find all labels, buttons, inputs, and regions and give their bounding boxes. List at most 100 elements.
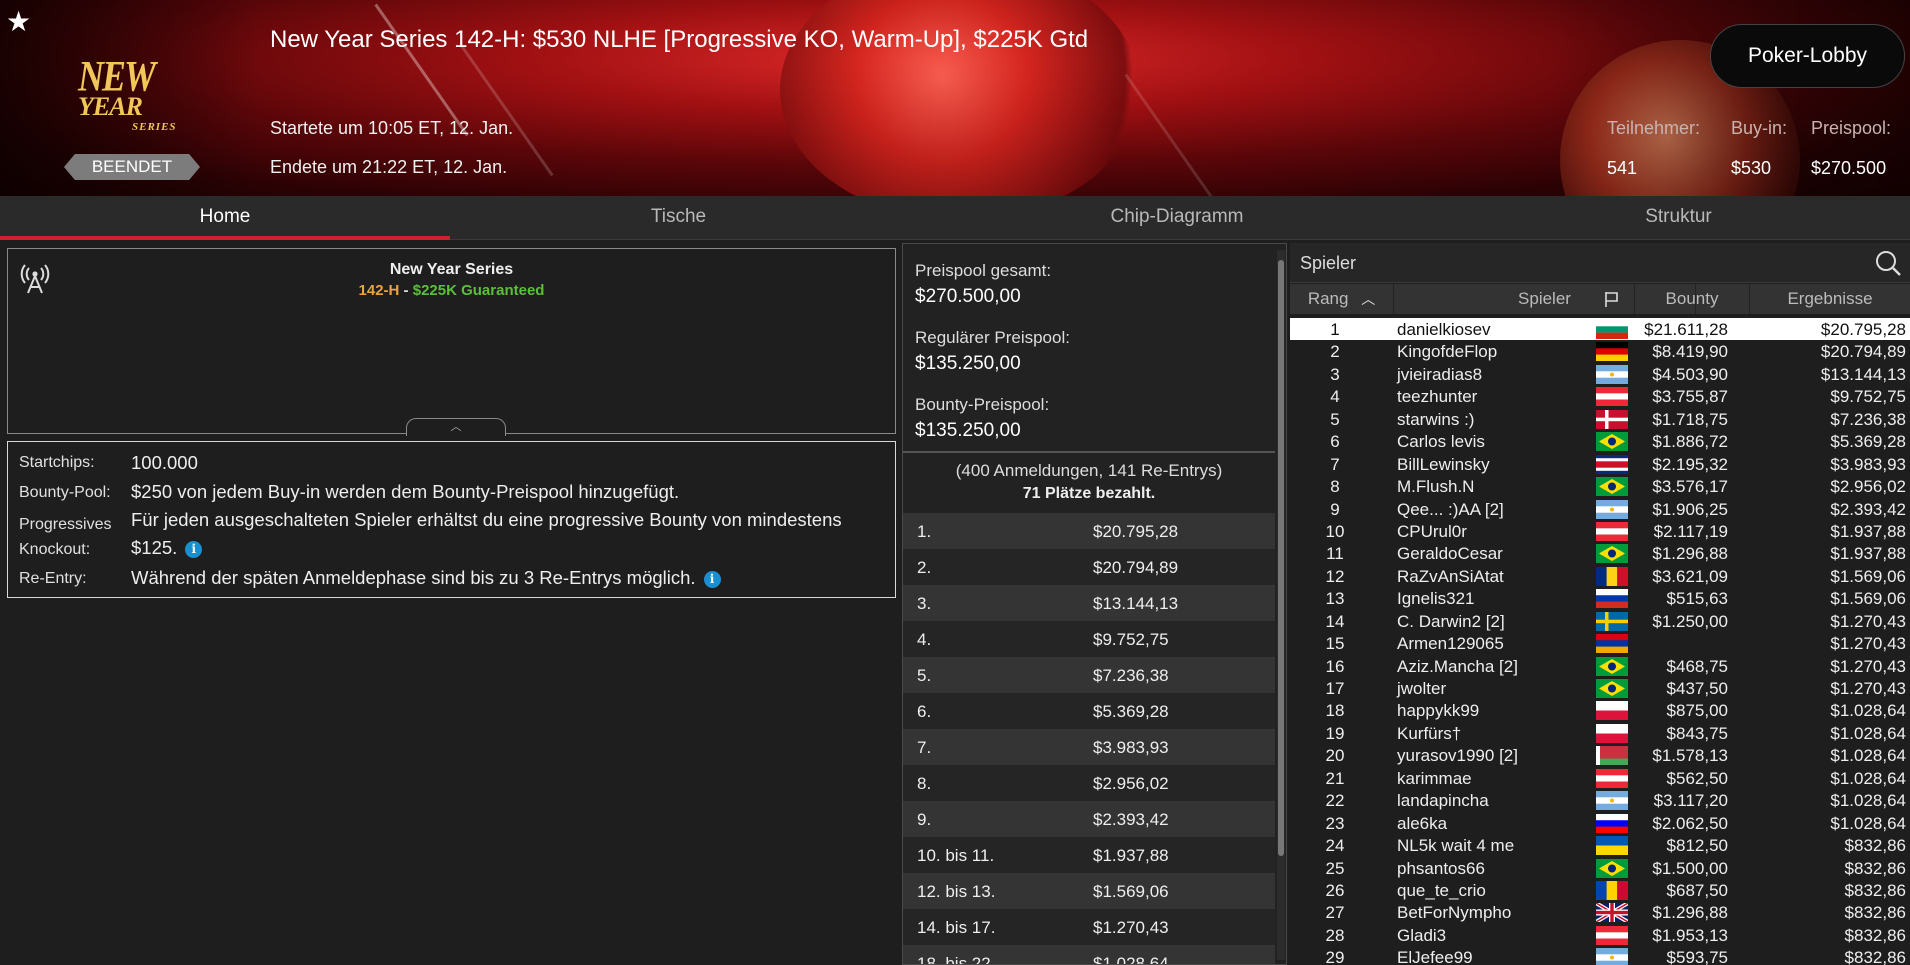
- player-row[interactable]: 22 landapincha $3.117,20 $1.028,64: [1290, 789, 1910, 811]
- payout-place: 5.: [917, 666, 932, 685]
- player-row[interactable]: 24 NL5k wait 4 me $812,50 $832,86: [1290, 834, 1910, 856]
- player-name: karimmae: [1397, 768, 1472, 788]
- column-bounty[interactable]: Bounty: [1635, 284, 1750, 314]
- player-result: $1.937,88: [1830, 544, 1906, 564]
- flag-icon[interactable]: [1590, 284, 1635, 314]
- player-bounty: $687,50: [1666, 880, 1728, 900]
- player-row[interactable]: 8 M.Flush.N $3.576,17 $2.956,02: [1290, 475, 1910, 497]
- header-light-streak: [374, 3, 469, 137]
- country-flag-icon: [1596, 521, 1628, 541]
- payout-place: 18. bis 22.: [917, 954, 996, 965]
- participants-value: 541: [1607, 158, 1638, 178]
- country-flag-icon: [1596, 836, 1628, 856]
- player-row[interactable]: 20 yurasov1990 [2] $1.578,13 $1.028,64: [1290, 744, 1910, 766]
- player-row[interactable]: 15 Armen129065 $1.270,43: [1290, 632, 1910, 654]
- player-name: GeraldoCesar: [1397, 544, 1503, 564]
- player-row[interactable]: 9 Qee... :)AA [2] $1.906,25 $2.393,42: [1290, 498, 1910, 520]
- info-icon[interactable]: i: [703, 571, 721, 588]
- payout-scrollbar-thumb[interactable]: [1278, 260, 1284, 856]
- player-rank: 27: [1325, 903, 1345, 923]
- payout-place: 12. bis 13.: [917, 882, 996, 901]
- player-rank: 1: [1330, 320, 1340, 339]
- player-rank: 12: [1325, 566, 1345, 586]
- player-bounty: $2.117,19: [1653, 521, 1728, 541]
- payout-place: 2.: [917, 558, 932, 577]
- player-result: $1.028,64: [1830, 723, 1906, 743]
- player-row[interactable]: 23 ale6ka $2.062,50 $1.028,64: [1290, 812, 1910, 834]
- poker-lobby-button[interactable]: Poker-Lobby: [1710, 24, 1905, 88]
- player-rank: 16: [1325, 656, 1345, 676]
- player-result: $9.752,75: [1830, 387, 1906, 407]
- player-row[interactable]: 7 BillLewinsky $2.195,32 $3.983,93: [1290, 453, 1910, 475]
- tab-struktur[interactable]: Struktur: [1447, 196, 1910, 240]
- tab-chip-diagramm[interactable]: Chip-Diagramm: [907, 196, 1447, 240]
- payout-place: 1.: [917, 522, 932, 541]
- player-row[interactable]: 6 Carlos levis $1.886,72 $5.369,28: [1290, 430, 1910, 452]
- player-rank: 20: [1325, 746, 1345, 766]
- payout-amount: $20.795,28: [1093, 522, 1179, 541]
- info-icon[interactable]: i: [185, 541, 203, 558]
- player-rank: 8: [1330, 477, 1340, 497]
- player-row[interactable]: 5 starwins :) $1.718,75 $7.236,38: [1290, 408, 1910, 430]
- player-row[interactable]: 26 que_te_crio $687,50 $832,86: [1290, 879, 1910, 901]
- player-row[interactable]: 11 GeraldoCesar $1.296,88 $1.937,88: [1290, 542, 1910, 564]
- player-row[interactable]: 2 KingofdeFlop $8.419,90 $20.794,89: [1290, 340, 1910, 362]
- player-result: $2.393,42: [1830, 499, 1906, 519]
- collapse-toggle-button[interactable]: ︿: [406, 418, 506, 436]
- player-row[interactable]: 27 BetForNympho $1.296,88 $832,86: [1290, 901, 1910, 925]
- player-row[interactable]: 16 Aziz.Mancha [2] $468,75 $1.270,43: [1290, 655, 1910, 677]
- star-icon[interactable]: ★: [6, 8, 31, 36]
- player-row[interactable]: 29 ElJefee99 $593,75 $832,86: [1290, 946, 1910, 965]
- tab-home[interactable]: Home: [0, 196, 450, 240]
- player-bounty: $1.718,75: [1652, 409, 1728, 429]
- player-name: ale6ka: [1397, 813, 1448, 833]
- player-row[interactable]: 17 jwolter $437,50 $1.270,43: [1290, 677, 1910, 699]
- player-rank: 29: [1325, 948, 1345, 965]
- player-bounty: $1.578,13: [1652, 746, 1728, 766]
- player-row[interactable]: 13 Ignelis321 $515,63 $1.569,06: [1290, 587, 1910, 609]
- player-bounty: $875,00: [1666, 701, 1728, 721]
- player-row[interactable]: 25 phsantos66 $1.500,00 $832,86: [1290, 857, 1910, 879]
- participants-label: Teilnehmer:: [1607, 118, 1701, 138]
- player-row[interactable]: 12 RaZvAnSiAtat $3.621,09 $1.569,06: [1290, 565, 1910, 587]
- player-name: NL5k wait 4 me: [1397, 836, 1515, 856]
- player-rank: 23: [1325, 813, 1345, 833]
- player-row[interactable]: 28 Gladi3 $1.953,13 $832,86: [1290, 924, 1910, 946]
- payout-row: 10. bis 11. $1.937,88: [903, 837, 1275, 873]
- player-name: BillLewinsky: [1397, 454, 1490, 474]
- column-result[interactable]: Ergebnisse: [1750, 284, 1910, 314]
- player-row[interactable]: 3 jvieiradias8 $4.503,90 $13.144,13: [1290, 363, 1910, 385]
- player-bounty: $3.755,87: [1652, 387, 1728, 407]
- player-rank: 18: [1325, 701, 1345, 721]
- player-rank: 21: [1325, 768, 1345, 788]
- prizepool-label: Preispool:: [1811, 118, 1892, 138]
- player-row[interactable]: 14 C. Darwin2 [2] $1.250,00 $1.270,43: [1290, 610, 1910, 632]
- payout-place: 6.: [917, 702, 932, 721]
- detail-label-reentry: Re-Entry:: [19, 570, 87, 587]
- player-row[interactable]: 10 CPUrul0r $2.117,19 $1.937,88: [1290, 520, 1910, 542]
- players-panel: Spieler Rang ︿ Spieler Bounty Ergebnisse…: [1290, 243, 1910, 965]
- status-badge: BEENDET: [64, 154, 200, 180]
- player-name: Ignelis321: [1397, 589, 1475, 609]
- column-rank[interactable]: Rang ︿: [1290, 284, 1394, 314]
- search-icon[interactable]: [1874, 249, 1902, 282]
- detail-value-progressive-ko: Für jeden ausgeschalteten Spieler erhält…: [131, 509, 842, 558]
- end-time: Endete um 21:22 ET, 12. Jan.: [270, 157, 508, 177]
- payout-place: 8.: [917, 774, 932, 793]
- player-row[interactable]: 18 happykk99 $875,00 $1.028,64: [1290, 699, 1910, 721]
- player-rank: 28: [1325, 925, 1345, 945]
- country-flag-icon: [1594, 901, 1630, 925]
- player-row[interactable]: 19 Kurfürs† $843,75 $1.028,64: [1290, 722, 1910, 744]
- payout-amount: $1.028,64: [1093, 954, 1169, 965]
- payout-amount: $1.569,06: [1093, 882, 1169, 901]
- tab-tische[interactable]: Tische: [450, 196, 907, 240]
- player-name: Qee... :)AA [2]: [1397, 499, 1504, 519]
- player-row[interactable]: 21 karimmae $562,50 $1.028,64: [1290, 767, 1910, 789]
- player-row[interactable]: 1 danielkiosev $21.611,28 $20.795,28: [1290, 318, 1910, 341]
- player-row[interactable]: 4 teezhunter $3.755,87 $9.752,75: [1290, 385, 1910, 407]
- players-table-header: Rang ︿ Spieler Bounty Ergebnisse: [1290, 284, 1910, 314]
- player-rank: 26: [1325, 880, 1345, 900]
- payout-row: 2. $20.794,89: [903, 549, 1275, 585]
- payout-amount: $2.956,02: [1093, 774, 1169, 793]
- country-flag-icon: [1596, 858, 1628, 878]
